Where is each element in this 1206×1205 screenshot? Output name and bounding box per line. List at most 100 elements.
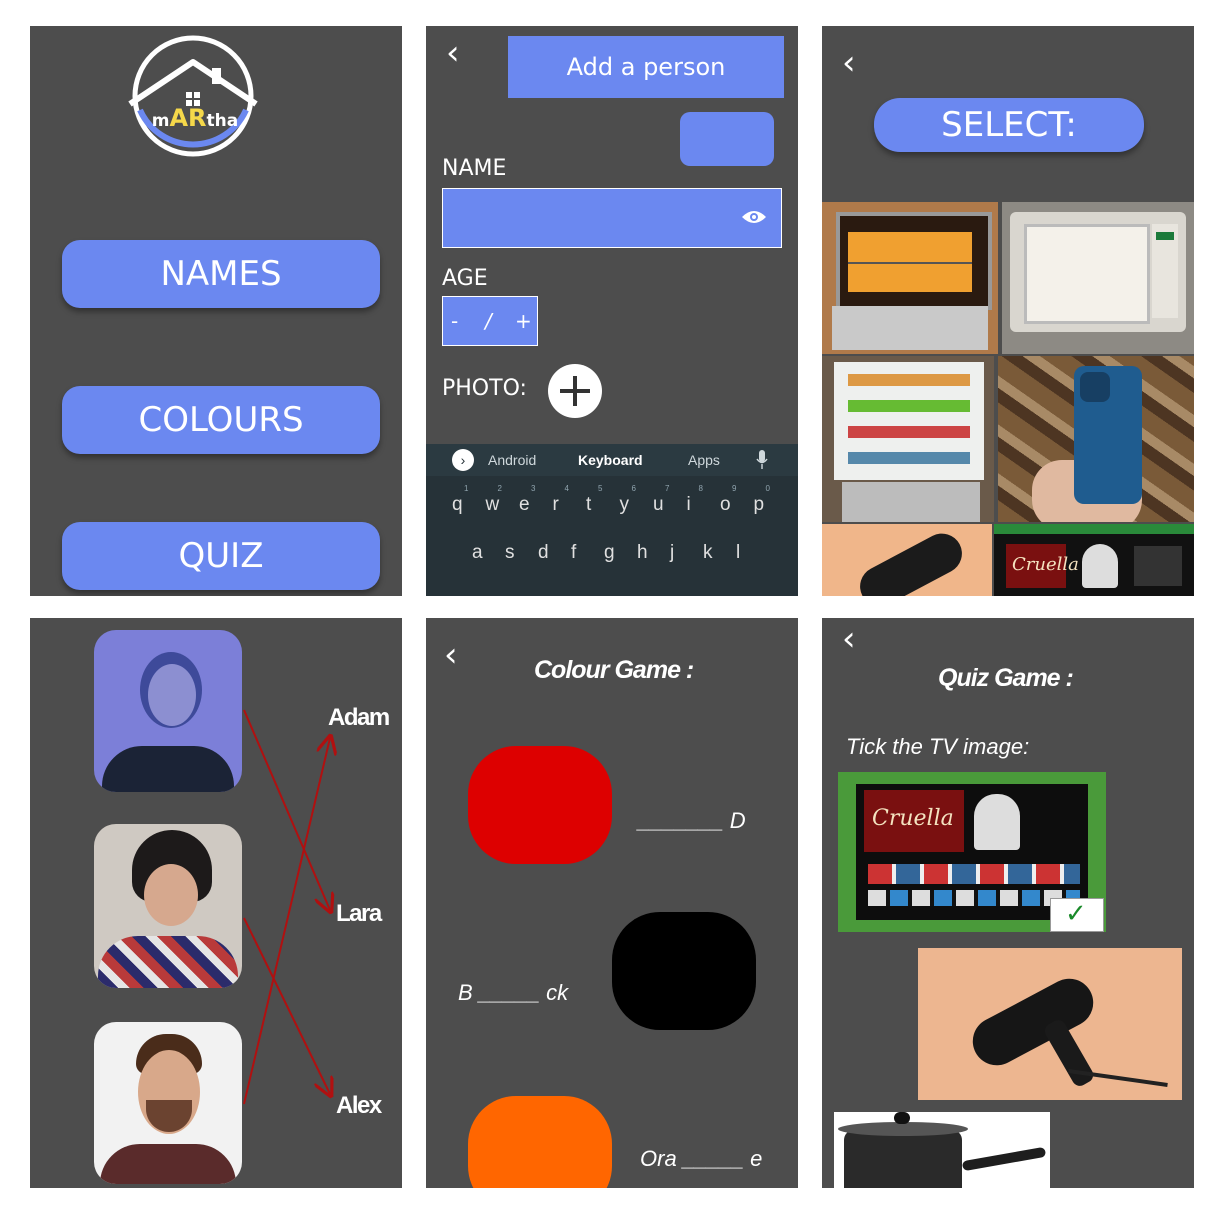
keyboard-tab-android[interactable]: Android	[488, 452, 536, 468]
name-label: NAME	[442, 156, 507, 181]
key-l[interactable]: l	[736, 542, 740, 564]
colours-button[interactable]: COLOURS	[62, 386, 380, 454]
arrow-portrait1-to-lara	[243, 709, 330, 910]
red-swatch[interactable]	[468, 746, 612, 864]
key-p[interactable]: p	[754, 494, 765, 516]
name-alex[interactable]: Alex	[336, 1092, 382, 1120]
prompt-black-tail: ck	[546, 980, 569, 1005]
key-hint-2: 2	[497, 484, 502, 493]
prompt-orange-head: Ora	[640, 1146, 677, 1171]
arrow-portrait3-to-adam	[243, 738, 330, 1105]
key-u[interactable]: u	[653, 494, 664, 516]
logo-text-ar: AR	[169, 104, 207, 132]
names-button[interactable]: NAMES	[62, 240, 380, 308]
age-label: AGE	[442, 266, 488, 291]
quiz-tv-photo[interactable]: Cruella ✓	[838, 772, 1106, 932]
quiz-instruction: Tick the TV image:	[846, 734, 1030, 759]
name-adam[interactable]: Adam	[328, 704, 390, 732]
logo-text-post: tha	[206, 111, 239, 131]
key-hint-4: 4	[564, 484, 569, 493]
key-e[interactable]: e	[519, 494, 530, 516]
back-chevron-icon[interactable]: ‹	[842, 622, 856, 656]
key-t[interactable]: t	[586, 494, 591, 516]
name-lara[interactable]: Lara	[336, 900, 382, 928]
oven-photo[interactable]	[822, 202, 998, 354]
keyboard-expand-icon[interactable]: ›	[452, 449, 474, 471]
key-i[interactable]: i	[687, 494, 691, 516]
quiz-button[interactable]: QUIZ	[62, 522, 380, 590]
names-game-screen: Adam Lara Alex	[30, 618, 402, 1188]
age-stepper[interactable]: - / +	[442, 296, 538, 346]
stepper-plus[interactable]: +	[515, 309, 532, 333]
back-chevron-icon[interactable]: ‹	[842, 46, 856, 80]
back-chevron-icon[interactable]: ‹	[446, 36, 460, 70]
quiz-game-title: Quiz Game :	[938, 664, 1074, 692]
microwave-photo[interactable]	[1002, 202, 1194, 354]
add-person-header: Add a person	[508, 36, 784, 98]
small-blue-button[interactable]	[680, 112, 774, 166]
quiz-pot-photo[interactable]	[834, 1112, 1050, 1188]
select-header: SELECT:	[874, 98, 1144, 152]
key-hint-6: 6	[631, 484, 636, 493]
key-s[interactable]: s	[505, 542, 515, 564]
name-field[interactable]	[442, 188, 782, 248]
photo-label: PHOTO:	[442, 376, 527, 401]
keyboard-row-1: q1 w2 e3 r4 t5 y6 u7 i8 o9 p0	[426, 484, 798, 524]
keyboard-row-2: as df ghj k l	[426, 532, 798, 572]
stepper-value: /	[485, 309, 492, 333]
colour-game-screen: ‹ Colour Game : _______ D B _____ ck Ora…	[426, 618, 798, 1188]
prompt-black: B _____ ck	[458, 980, 568, 1006]
prompt-black-blank[interactable]: _____	[479, 980, 540, 1005]
stepper-minus[interactable]: -	[451, 309, 458, 333]
prompt-orange: Ora _____ e	[640, 1146, 762, 1172]
key-g[interactable]: g	[604, 542, 615, 564]
select-screen: ‹ SELECT: Cruella	[822, 26, 1194, 596]
home-screen: mARtha NAMES COLOURS QUIZ	[30, 26, 402, 596]
key-k[interactable]: k	[703, 542, 713, 564]
key-q[interactable]: q	[452, 494, 463, 516]
key-hint-8: 8	[698, 484, 703, 493]
quiz-game-screen: ‹ Quiz Game : Tick the TV image: Cruella…	[822, 618, 1194, 1188]
tv-photo[interactable]: Cruella	[994, 524, 1194, 596]
key-hint-5: 5	[598, 484, 603, 493]
hairdryer-photo[interactable]	[822, 524, 992, 596]
prompt-red-blank[interactable]: _______	[638, 808, 724, 833]
key-hint-9: 9	[732, 484, 737, 493]
key-hint-1: 1	[464, 484, 469, 493]
black-swatch[interactable]	[612, 912, 756, 1030]
eye-icon[interactable]	[741, 207, 767, 232]
tick-checkbox[interactable]: ✓	[1050, 898, 1104, 932]
quiz-hairdryer-photo[interactable]	[918, 948, 1182, 1100]
back-chevron-icon[interactable]: ‹	[444, 638, 458, 672]
key-hint-7: 7	[665, 484, 670, 493]
key-w[interactable]: w	[486, 494, 500, 516]
logo-text-pre: m	[151, 111, 170, 131]
key-f[interactable]: f	[571, 542, 576, 564]
prompt-black-head: B	[458, 980, 473, 1005]
prompt-orange-blank[interactable]: _____	[683, 1146, 744, 1171]
keyboard-tab-apps[interactable]: Apps	[688, 452, 720, 468]
key-j[interactable]: j	[670, 542, 674, 564]
add-photo-plus-icon[interactable]	[548, 364, 602, 418]
onscreen-keyboard: › Android Keyboard Apps q1 w2 e3 r4 t5 y6 u7 i8…	[426, 444, 798, 596]
quiz-tv-banner-text: Cruella	[872, 806, 954, 831]
orange-swatch[interactable]	[468, 1096, 612, 1188]
colour-game-title: Colour Game :	[534, 656, 694, 684]
phone-photo[interactable]	[998, 356, 1194, 522]
key-hint-0: 0	[765, 484, 770, 493]
key-y[interactable]: y	[620, 494, 630, 516]
key-r[interactable]: r	[553, 494, 559, 516]
keyboard-tab-keyboard[interactable]: Keyboard	[578, 452, 643, 468]
key-a[interactable]: a	[472, 542, 483, 564]
key-o[interactable]: o	[720, 494, 731, 516]
microphone-icon[interactable]	[756, 450, 768, 475]
tv-banner-text: Cruella	[1012, 554, 1079, 575]
prompt-red-tail: D	[729, 808, 746, 833]
key-h[interactable]: h	[637, 542, 648, 564]
prompt-red: _______ D	[638, 808, 746, 834]
key-d[interactable]: d	[538, 542, 549, 564]
arrow-portrait2-to-alex	[243, 917, 330, 1094]
keyboard-suggestion-bar: › Android Keyboard Apps	[426, 444, 798, 476]
martha-logo: mARtha	[128, 32, 258, 160]
fridge-photo[interactable]	[822, 356, 994, 522]
